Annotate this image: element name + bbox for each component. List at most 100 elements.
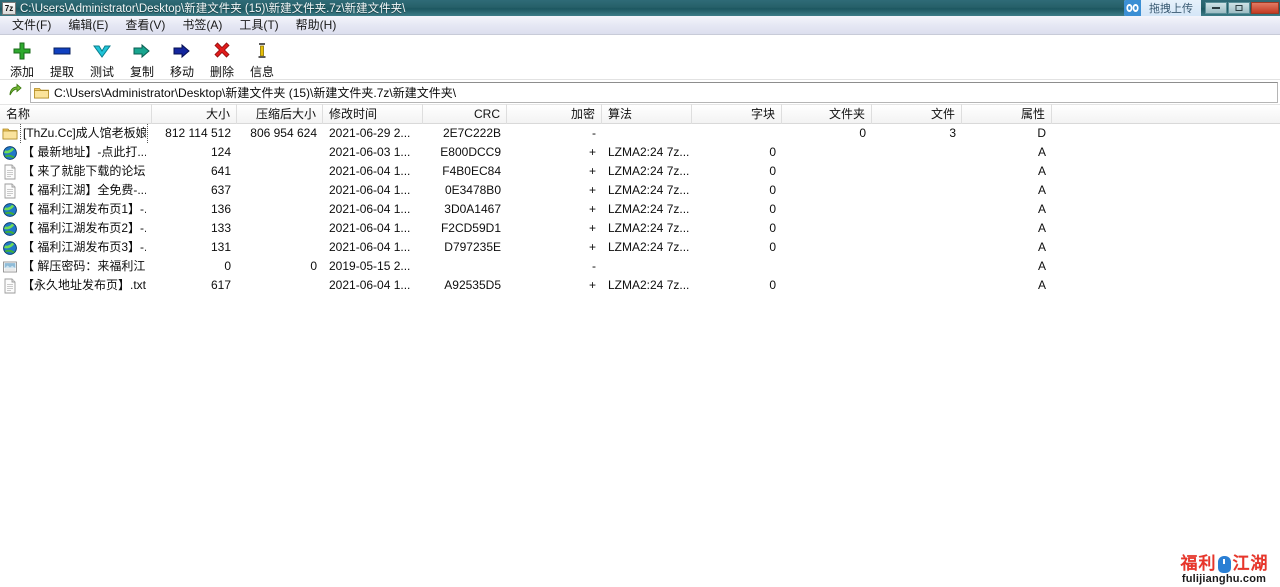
cell-blocks: 0 — [692, 181, 782, 200]
table-row-1[interactable]: 【 最新地址】-点此打... 124 2021-06-03 1... E800D… — [0, 143, 1280, 162]
column-header-folders[interactable]: 文件夹 — [782, 104, 872, 124]
menu-help[interactable]: 帮助(H) — [288, 15, 346, 35]
cell-name[interactable]: [ThZu.Cc]成人馆老板娘... — [0, 124, 152, 143]
table-row-2[interactable]: 【 来了就能下载的论坛... 641 2021-06-04 1... F4B0E… — [0, 162, 1280, 181]
toolbar-add-button[interactable]: 添加 — [2, 38, 42, 80]
cell-crc: 3D0A1467 — [423, 200, 507, 219]
cell-folders — [782, 143, 872, 162]
column-header-method[interactable]: 算法 — [602, 104, 692, 124]
cell-modified: 2021-06-03 1... — [323, 143, 423, 162]
cell-folders — [782, 162, 872, 181]
file-name-text: 【 福利江湖发布页3】-... — [22, 238, 146, 257]
cell-name[interactable]: 【 来了就能下载的论坛... — [0, 162, 152, 181]
file-name-text: 【 福利江湖】全免费-... — [22, 181, 146, 200]
drag-upload-badge[interactable]: 拖拽上传 — [1124, 0, 1201, 16]
cell-name[interactable]: 【永久地址发布页】.txt — [0, 276, 152, 295]
cell-attributes: A — [962, 276, 1052, 295]
cell-size: 812 114 512 — [152, 124, 237, 143]
cell-name[interactable]: 【 福利江湖发布页2】-... — [0, 219, 152, 238]
column-header-name[interactable]: 名称 — [0, 104, 152, 124]
toolbar-copy-button[interactable]: 复制 — [122, 38, 162, 80]
cell-folders: 0 — [782, 124, 872, 143]
cell-files — [872, 143, 962, 162]
internet-shortcut-icon — [2, 202, 18, 218]
cell-files — [872, 181, 962, 200]
toolbar-delete-button[interactable]: 删除 — [202, 38, 242, 80]
up-folder-button[interactable] — [4, 82, 26, 102]
watermark-logo-row: 福 利 江 湖 — [1172, 554, 1276, 574]
cell-folders — [782, 276, 872, 295]
table-row-3[interactable]: 【 福利江湖】全免费-... 637 2021-06-04 1... 0E347… — [0, 181, 1280, 200]
toolbar-extract-button[interactable]: 提取 — [42, 38, 82, 80]
cell-name[interactable]: 【 福利江湖】全免费-... — [0, 181, 152, 200]
cell-crc: E800DCC9 — [423, 143, 507, 162]
column-header-crc[interactable]: CRC — [423, 104, 507, 124]
column-header-size[interactable]: 大小 — [152, 104, 237, 124]
cell-encrypted: + — [507, 238, 602, 257]
menu-file[interactable]: 文件(F) — [4, 15, 60, 35]
menu-tools[interactable]: 工具(T) — [231, 15, 287, 35]
cell-packed: 0 — [237, 257, 323, 276]
close-button[interactable] — [1251, 2, 1279, 14]
window-title: C:\Users\Administrator\Desktop\新建文件夹 (15… — [20, 0, 405, 16]
cell-name[interactable]: 【 福利江湖发布页3】-... — [0, 238, 152, 257]
cell-blocks — [692, 257, 782, 276]
cell-method: LZMA2:24 7z... — [602, 219, 692, 238]
cell-size: 641 — [152, 162, 237, 181]
column-header-packed[interactable]: 压缩后大小 — [237, 104, 323, 124]
toolbar-info-button[interactable]: 信息 — [242, 38, 282, 80]
toolbar-test-button[interactable]: 测试 — [82, 38, 122, 80]
table-row-5[interactable]: 【 福利江湖发布页2】-... 133 2021-06-04 1... F2CD… — [0, 219, 1280, 238]
address-bar: C:\Users\Administrator\Desktop\新建文件夹 (15… — [0, 80, 1280, 104]
toolbar-move-button[interactable]: 移动 — [162, 38, 202, 80]
cell-method: LZMA2:24 7z... — [602, 238, 692, 257]
cell-crc: 2E7C222B — [423, 124, 507, 143]
cell-name[interactable]: 【 最新地址】-点此打... — [0, 143, 152, 162]
cell-attributes: A — [962, 200, 1052, 219]
maximize-button[interactable] — [1228, 2, 1250, 14]
file-name-text: 【 福利江湖发布页2】-... — [22, 219, 146, 238]
cell-encrypted: + — [507, 181, 602, 200]
column-header-modified[interactable]: 修改时间 — [323, 104, 423, 124]
cell-encrypted: - — [507, 124, 602, 143]
cell-files — [872, 257, 962, 276]
column-header-blocks[interactable]: 字块 — [692, 104, 782, 124]
menu-bookmarks[interactable]: 书签(A) — [174, 15, 231, 35]
toolbar-delete-label: 删除 — [210, 63, 234, 80]
toolbar-copy-label: 复制 — [130, 63, 154, 80]
table-row-6[interactable]: 【 福利江湖发布页3】-... 131 2021-06-04 1... D797… — [0, 238, 1280, 257]
file-name-text: 【 来了就能下载的论坛... — [22, 162, 146, 181]
file-name-text: 【 解压密码：来福利江... — [22, 257, 146, 276]
menu-view[interactable]: 查看(V) — [117, 15, 174, 35]
cell-packed — [237, 219, 323, 238]
add-plus-icon — [12, 40, 32, 62]
cell-size: 131 — [152, 238, 237, 257]
table-row-0[interactable]: [ThZu.Cc]成人馆老板娘... 812 114 512 806 954 6… — [0, 124, 1280, 143]
cell-attributes: A — [962, 257, 1052, 276]
cell-modified: 2021-06-04 1... — [323, 200, 423, 219]
extract-minus-icon — [52, 40, 72, 62]
cell-name[interactable]: 【 福利江湖发布页1】-... — [0, 200, 152, 219]
table-row-8[interactable]: 【永久地址发布页】.txt 617 2021-06-04 1... A92535… — [0, 276, 1280, 295]
toolbar-extract-label: 提取 — [50, 63, 74, 80]
table-row-4[interactable]: 【 福利江湖发布页1】-... 136 2021-06-04 1... 3D0A… — [0, 200, 1280, 219]
minimize-button[interactable] — [1205, 2, 1227, 14]
column-header-attributes[interactable]: 属性 — [962, 104, 1052, 124]
cell-crc: F4B0EC84 — [423, 162, 507, 181]
address-input[interactable]: C:\Users\Administrator\Desktop\新建文件夹 (15… — [30, 82, 1278, 103]
image-file-icon — [2, 259, 18, 275]
menu-edit[interactable]: 编辑(E) — [60, 15, 117, 35]
cell-files: 3 — [872, 124, 962, 143]
file-list-header: 名称 大小 压缩后大小 修改时间 CRC 加密 算法 字块 文件夹 文件 属性 — [0, 104, 1280, 124]
cell-files — [872, 200, 962, 219]
table-row-7[interactable]: 【 解压密码：来福利江... 0 0 2019-05-15 2... - A — [0, 257, 1280, 276]
column-header-encrypted[interactable]: 加密 — [507, 104, 602, 124]
toolbar-add-label: 添加 — [10, 63, 34, 80]
cell-size: 637 — [152, 181, 237, 200]
copy-arrow-right-icon — [132, 40, 152, 62]
cell-method — [602, 257, 692, 276]
cell-name[interactable]: 【 解压密码：来福利江... — [0, 257, 152, 276]
cell-folders — [782, 200, 872, 219]
column-header-files[interactable]: 文件 — [872, 104, 962, 124]
info-icon — [252, 40, 272, 62]
